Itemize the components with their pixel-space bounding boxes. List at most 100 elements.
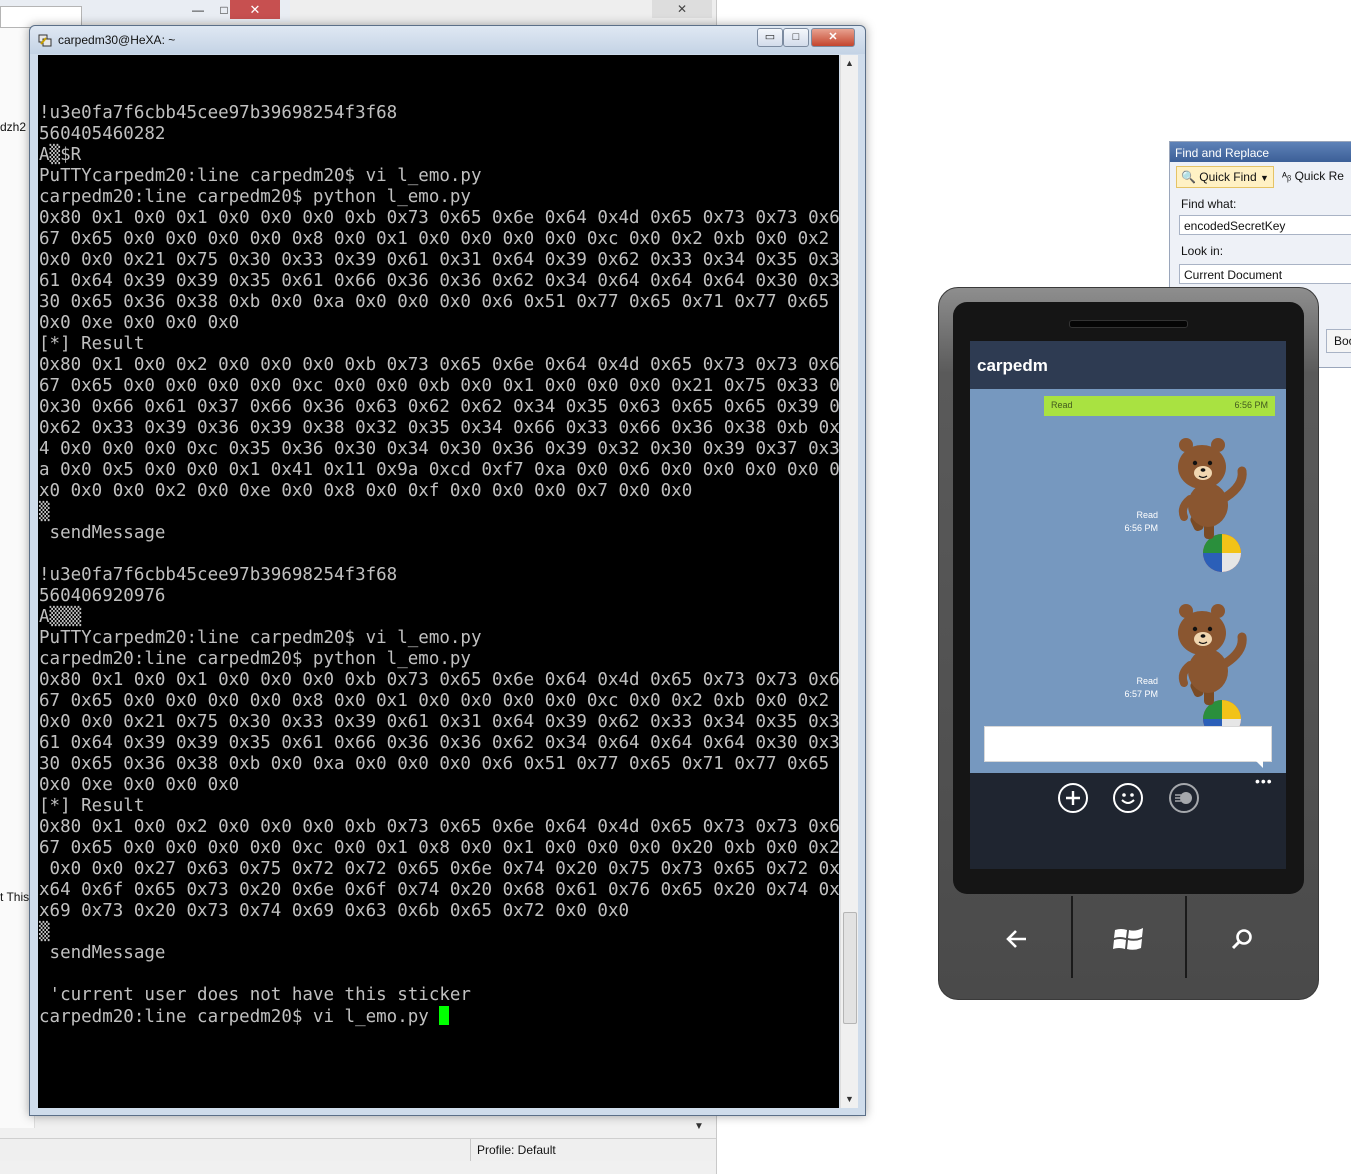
back-button[interactable] xyxy=(959,894,1074,980)
bear-sticker-icon[interactable] xyxy=(1170,435,1260,575)
terminal-line: 30 0x65 0x36 0x38 0xb 0x0 0xa 0x0 0x0 0x… xyxy=(39,754,839,774)
phone-hardware-buttons xyxy=(939,894,1318,980)
terminal-line: 67 0x65 0x0 0x0 0x0 0x0 0xc 0x0 0x1 0x8 … xyxy=(39,838,839,858)
replace-icon: ᴬᵦ xyxy=(1282,171,1292,183)
terminal-line: x0 0x0 0x0 0x2 0x0 0xe 0x0 0x8 0x0 0xf 0… xyxy=(39,481,693,501)
terminal-line: 0x0 0x0 0x21 0x75 0x30 0x33 0x39 0x61 0x… xyxy=(39,712,839,732)
scrollbar-thumb[interactable] xyxy=(843,912,857,1024)
terminal-line: 0x0 0x0 0x21 0x75 0x30 0x33 0x39 0x61 0x… xyxy=(39,250,839,270)
sticker-icon[interactable] xyxy=(1169,783,1199,813)
windows-logo-icon xyxy=(1113,928,1143,950)
search-button[interactable] xyxy=(1187,894,1297,980)
terminal-line: sendMessage xyxy=(39,943,166,963)
putty-titlebar[interactable]: carpedm30@HeXA: ~ ▭ □ ✕ xyxy=(30,26,865,54)
find-replace-title: Find and Replace xyxy=(1170,142,1351,162)
putty-title: carpedm30@HeXA: ~ xyxy=(58,33,176,47)
putty-maximize-button[interactable]: □ xyxy=(783,28,809,47)
terminal-line: !u3e0fa7f6cbb45cee97b39698254f3f68 xyxy=(39,565,398,585)
terminal-line: PuTTYcarpedm20:line carpedm20$ vi l_emo.… xyxy=(39,628,482,648)
terminal-line: 67 0x65 0x0 0x0 0x0 0x0 0xc 0x0 0x0 0xb … xyxy=(39,376,839,396)
look-in-select[interactable]: Current Document xyxy=(1179,264,1351,284)
quick-find-tab[interactable]: 🔍 Quick Find ▼ xyxy=(1176,166,1274,188)
putty-close-button[interactable]: ✕ xyxy=(811,28,855,47)
background-close-button-2[interactable]: ✕ xyxy=(652,0,712,18)
binoculars-icon: 🔍 xyxy=(1181,170,1196,184)
bookmark-all-button[interactable]: Boo xyxy=(1326,329,1351,353)
terminal-line: 0x0 0xe 0x0 0x0 0x0 xyxy=(39,313,240,333)
terminal-line: A▒▒▒ xyxy=(39,607,82,627)
terminal-line: 0x0 0x0 0x27 0x63 0x75 0x72 0x72 0x65 0x… xyxy=(39,859,839,879)
terminal-line: 0x80 0x1 0x0 0x1 0x0 0x0 0x0 0xb 0x73 0x… xyxy=(39,670,839,690)
terminal-line: 0x80 0x1 0x0 0x2 0x0 0x0 0x0 0xb 0x73 0x… xyxy=(39,355,839,375)
terminal-line: 560405460282 xyxy=(39,124,166,144)
terminal-line: 0x62 0x33 0x39 0x36 0x39 0x38 0x32 0x35 … xyxy=(39,418,839,438)
chat-area[interactable]: Read 6:56 PM Read 6:56 PM Read 6:57 PM xyxy=(970,389,1286,773)
terminal-line: 61 0x64 0x39 0x39 0x35 0x61 0x66 0x36 0x… xyxy=(39,733,839,753)
quick-find-label: Quick Find xyxy=(1199,170,1257,184)
terminal-line: [*] Result xyxy=(39,796,145,816)
search-icon xyxy=(1231,929,1252,950)
background-label-1: dzh2 xyxy=(0,120,27,134)
quick-replace-tab[interactable]: ᴬᵦ Quick Re xyxy=(1278,166,1351,186)
terminal-line: carpedm20:line carpedm20$ vi l_emo.py xyxy=(39,1006,839,1027)
terminal-line: sendMessage xyxy=(39,523,166,543)
terminal-line: 0x30 0x66 0x61 0x37 0x66 0x36 0x63 0x62 … xyxy=(39,397,839,417)
scroll-up-icon[interactable]: ▲ xyxy=(841,55,858,72)
find-what-input[interactable]: encodedSecretKey xyxy=(1179,215,1351,235)
terminal-line: 67 0x65 0x0 0x0 0x0 0x0 0x8 0x0 0x1 0x0 … xyxy=(39,691,839,711)
look-in-label: Look in: xyxy=(1181,244,1224,258)
putty-minimize-button[interactable]: ▭ xyxy=(757,28,783,47)
putty-icon xyxy=(38,34,52,47)
terminal-cursor xyxy=(439,1006,450,1025)
putty-window: carpedm30@HeXA: ~ ▭ □ ✕ !u3e0fa7f6cbb45c… xyxy=(29,25,866,1116)
message-input-tail xyxy=(1255,760,1263,768)
message-status: Read xyxy=(1051,400,1073,410)
phone-screen: carpedm Read 6:56 PM Read 6:56 PM Read 6… xyxy=(970,341,1286,869)
phone-emulator: carpedm Read 6:56 PM Read 6:56 PM Read 6… xyxy=(938,287,1319,1000)
background-close-button[interactable]: ✕ xyxy=(230,0,280,19)
terminal-line: 0x80 0x1 0x0 0x2 0x0 0x0 0x0 0xb 0x73 0x… xyxy=(39,817,839,837)
chat-title: carpedm xyxy=(977,356,1048,375)
message-meta: Read 6:56 PM xyxy=(1120,509,1158,535)
terminal-line: 61 0x64 0x39 0x39 0x35 0x61 0x66 0x36 0x… xyxy=(39,271,839,291)
terminal-line: ▒ xyxy=(39,922,50,942)
emoticon-icon[interactable] xyxy=(1113,783,1143,813)
back-arrow-icon xyxy=(1005,930,1026,949)
quick-replace-label: Quick Re xyxy=(1294,169,1344,183)
message-time: 6:56 PM xyxy=(1124,523,1158,533)
terminal-line: 0x80 0x1 0x0 0x1 0x0 0x0 0x0 0xb 0x73 0x… xyxy=(39,208,839,228)
terminal[interactable]: !u3e0fa7f6cbb45cee97b39698254f3f68 560405… xyxy=(38,55,839,1108)
terminal-line: x64 0x6f 0x65 0x73 0x20 0x6e 0x6f 0x74 0… xyxy=(39,880,839,900)
message-input[interactable] xyxy=(984,726,1272,762)
terminal-line: a 0x0 0x5 0x0 0x0 0x1 0x41 0x11 0x9a 0xc… xyxy=(39,460,839,480)
add-icon[interactable] xyxy=(1058,783,1088,813)
message-meta: Read 6:57 PM xyxy=(1120,675,1158,701)
start-button[interactable] xyxy=(1073,894,1185,980)
terminal-line: 30 0x65 0x36 0x38 0xb 0x0 0xa 0x0 0x0 0x… xyxy=(39,292,839,312)
scroll-down-icon[interactable]: ▼ xyxy=(841,1091,858,1108)
chevron-down-icon[interactable]: ▼ xyxy=(690,1118,708,1136)
background-minimize-button[interactable]: — xyxy=(188,1,208,19)
terminal-line: ▒ xyxy=(39,502,50,522)
terminal-line: 'current user does not have this sticker xyxy=(39,985,471,1005)
bear-sticker-icon[interactable] xyxy=(1170,601,1260,741)
terminal-line: A▒$R xyxy=(39,145,82,165)
message-bubble[interactable]: Read 6:56 PM xyxy=(1044,396,1275,416)
find-what-label: Find what: xyxy=(1181,197,1237,211)
message-status: Read xyxy=(1136,510,1158,520)
profile-status: Profile: Default xyxy=(470,1139,556,1161)
terminal-line: carpedm20:line carpedm20$ python l_emo.p… xyxy=(39,187,471,207)
terminal-output: !u3e0fa7f6cbb45cee97b39698254f3f68 560405… xyxy=(39,103,839,1027)
phone-speaker xyxy=(1069,320,1188,328)
background-statusbar: Profile: Default xyxy=(0,1138,716,1161)
terminal-scrollbar[interactable]: ▲ ▼ xyxy=(840,55,858,1108)
terminal-line: 67 0x65 0x0 0x0 0x0 0x0 0x8 0x0 0x1 0x0 … xyxy=(39,229,839,249)
terminal-line: [*] Result xyxy=(39,334,145,354)
terminal-line: 560406920976 xyxy=(39,586,166,606)
message-time: 6:57 PM xyxy=(1124,689,1158,699)
phone-bezel: carpedm Read 6:56 PM Read 6:56 PM Read 6… xyxy=(953,302,1304,894)
chevron-down-icon: ▼ xyxy=(1260,173,1269,183)
more-options-button[interactable]: ••• xyxy=(1255,773,1273,789)
